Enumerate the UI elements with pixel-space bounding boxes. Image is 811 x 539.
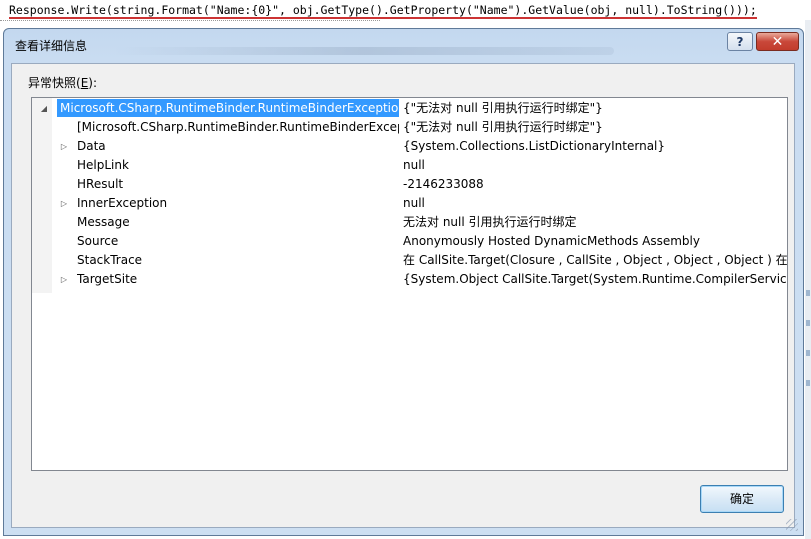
code-editor-line[interactable]: Response.Write(string.Format("Name:{0}",… xyxy=(0,0,811,20)
tree-row[interactable]: ▷ InnerException null xyxy=(32,194,787,213)
marker xyxy=(806,350,810,356)
resize-grip[interactable] xyxy=(786,519,798,531)
tree-row-name: TargetSite xyxy=(77,270,399,289)
editor-scroll-markers xyxy=(805,20,811,539)
marker xyxy=(806,380,810,386)
tree-row-name: InnerException xyxy=(77,194,399,213)
tree-row-value: -2146233088 xyxy=(403,177,484,191)
tree-row-value: {"无法对 null 引用执行运行时绑定"} xyxy=(403,101,603,115)
row-name-text: HResult xyxy=(77,177,124,191)
dialog-titlebar[interactable]: 查看详细信息 ? ✕ xyxy=(4,29,803,59)
tree-row-value: 在 CallSite.Target(Closure , CallSite , O… xyxy=(403,253,787,267)
tree-row[interactable]: ▷ Data {System.Collections.ListDictionaryI… xyxy=(32,137,787,156)
row-name-text: Source xyxy=(77,234,119,248)
tree-row-value: {System.Object CallSite.Target(System.Ru… xyxy=(403,272,787,286)
triangle-right-icon[interactable]: ▷ xyxy=(58,194,70,213)
row-name-text: InnerException xyxy=(77,196,168,210)
tree-row-name: HResult xyxy=(77,175,399,194)
tree-row-name: [Microsoft.CSharp.RuntimeBinder.RuntimeB… xyxy=(77,118,399,137)
row-name-text: Message xyxy=(77,215,130,229)
tree-row[interactable]: ▷ TargetSite {System.Object CallSite.Targe… xyxy=(32,270,787,289)
titlebar-glass xyxy=(114,47,614,55)
exception-tree[interactable]: ◢ Microsoft.CSharp.RuntimeBinder.RuntimeB… xyxy=(31,97,788,471)
tree-row[interactable]: ◢ Microsoft.CSharp.RuntimeBinder.RuntimeB… xyxy=(32,99,787,118)
editor-divider xyxy=(0,20,380,22)
close-button[interactable]: ✕ xyxy=(756,32,799,51)
dialog-title: 查看详细信息 xyxy=(15,39,88,53)
tree-row[interactable]: HelpLink null xyxy=(32,156,787,175)
ok-button[interactable]: 确定 xyxy=(700,485,784,513)
exception-snapshot-label: 异常快照(E): xyxy=(28,74,97,91)
tree-row[interactable]: [Microsoft.CSharp.RuntimeBinder.RuntimeB… xyxy=(32,118,787,137)
tree-row[interactable]: StackTrace 在 CallSite.Target(Closure , C… xyxy=(32,251,787,270)
tree-row-name: Data xyxy=(77,137,399,156)
triangle-down-icon[interactable]: ◢ xyxy=(38,99,50,118)
marker xyxy=(806,290,810,296)
label-suffix: ): xyxy=(88,76,98,90)
row-name-text: Data xyxy=(77,139,106,153)
label-prefix: 异常快照( xyxy=(28,76,81,90)
row-name-text: HelpLink xyxy=(77,158,129,172)
triangle-right-icon[interactable]: ▷ xyxy=(58,270,70,289)
tree-row-value: Anonymously Hosted DynamicMethods Assemb… xyxy=(403,234,700,248)
help-button[interactable]: ? xyxy=(727,32,753,51)
tree-row[interactable]: HResult -2146233088 xyxy=(32,175,787,194)
row-name-text: StackTrace xyxy=(77,253,143,267)
tree-row[interactable]: Source Anonymously Hosted DynamicMethods … xyxy=(32,232,787,251)
tree-row-value: 无法对 null 引用执行运行时绑定 xyxy=(403,215,577,229)
tree-row-value: {"无法对 null 引用执行运行时绑定"} xyxy=(403,120,603,134)
row-name-text: TargetSite xyxy=(77,272,138,286)
marker xyxy=(806,320,810,326)
triangle-right-icon[interactable]: ▷ xyxy=(58,137,70,156)
tree-row-name: HelpLink xyxy=(77,156,399,175)
code-text: Response.Write(string.Format("Name:{0}",… xyxy=(9,3,757,19)
tree-row-name: Source xyxy=(77,232,399,251)
row-name-text: [Microsoft.CSharp.RuntimeBinder.RuntimeB… xyxy=(77,120,399,134)
tree-row-name: Message xyxy=(77,213,399,232)
tree-row[interactable]: Message 无法对 null 引用执行运行时绑定 xyxy=(32,213,787,232)
tree-row-value: {System.Collections.ListDictionaryIntern… xyxy=(403,139,666,153)
tree-row-value: null xyxy=(403,158,425,172)
tree-row-value: null xyxy=(403,196,425,210)
tree-row-name: Microsoft.CSharp.RuntimeBinder.RuntimeBi… xyxy=(56,99,399,118)
tree-row-name: StackTrace xyxy=(77,251,399,270)
close-icon: ✕ xyxy=(771,34,784,50)
view-detail-dialog: 查看详细信息 ? ✕ 异常快照(E): ◢ Microsoft.CSharp.Ru… xyxy=(3,28,804,536)
row-name-text: Microsoft.CSharp.RuntimeBinder.RuntimeBi… xyxy=(57,99,399,117)
